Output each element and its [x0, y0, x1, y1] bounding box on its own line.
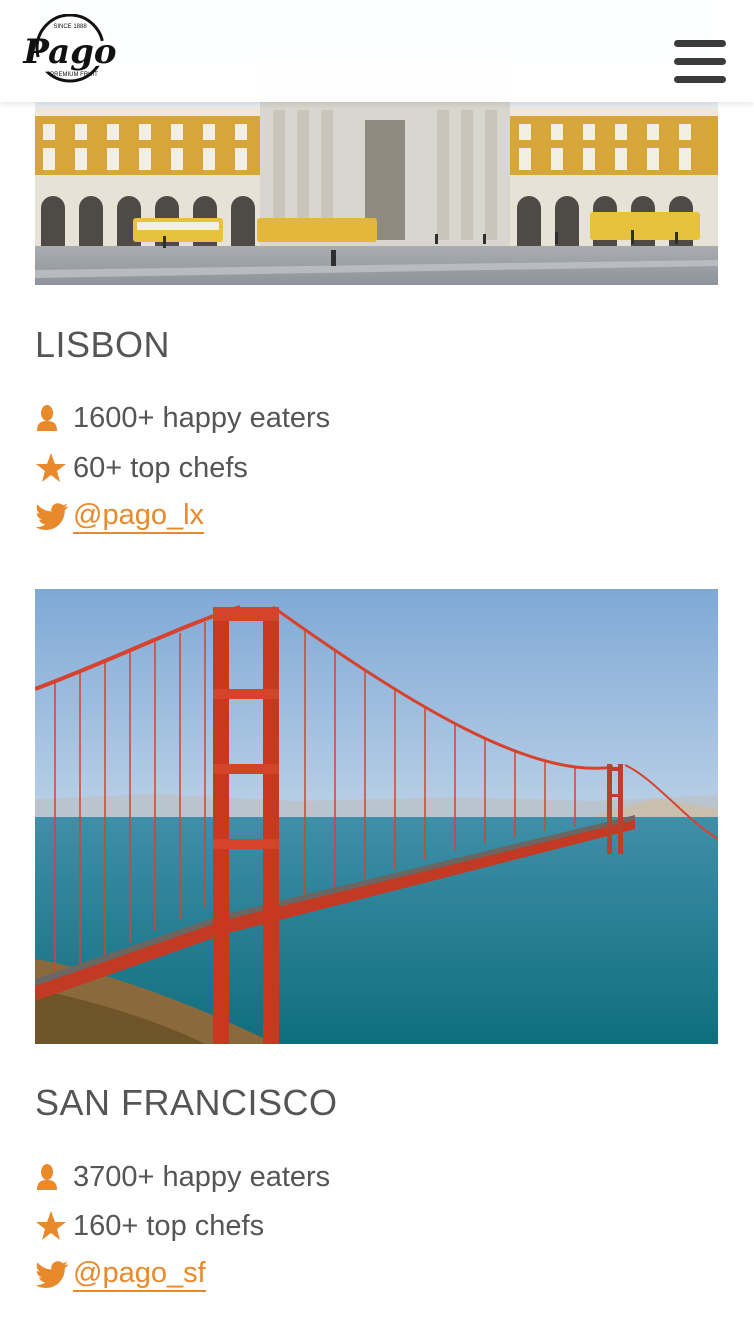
user-icon: [35, 1160, 69, 1194]
pago-logo-icon: Pago SINCE 1888 PREMIUM FRUIT: [22, 13, 117, 83]
sf-twitter-row: @pago_sf: [35, 1255, 206, 1295]
menu-bar-middle: [674, 58, 726, 65]
sf-eaters-text: 3700+ happy eaters: [73, 1160, 331, 1193]
logo-wordmark: Pago: [22, 32, 116, 72]
menu-bar-bottom: [674, 76, 726, 83]
city-title-san-francisco: SAN FRANCISCO: [35, 1082, 338, 1123]
logo-ring-bottom: PREMIUM FRUIT: [50, 72, 98, 78]
twitter-bird-icon: [35, 1258, 69, 1292]
twitter-bird-icon: [35, 500, 69, 534]
star-icon: [35, 1209, 69, 1243]
hamburger-menu-icon[interactable]: [674, 40, 726, 84]
sf-eaters-stat: 3700+ happy eaters: [35, 1157, 330, 1197]
star-icon: [35, 451, 69, 485]
golden-gate-bridge-photo: [35, 589, 718, 1044]
page: Pago SINCE 1888 PREMIUM FRUIT LISBON 160…: [0, 0, 754, 1344]
user-icon: [35, 401, 69, 435]
pago-logo[interactable]: Pago SINCE 1888 PREMIUM FRUIT: [22, 13, 118, 86]
lisbon-twitter-row: @pago_lx: [35, 497, 205, 537]
twitter-link-san-francisco[interactable]: @pago_sf: [73, 1257, 206, 1293]
twitter-link-lisbon[interactable]: @pago_lx: [73, 499, 205, 535]
lisbon-chefs-text: 60+ top chefs: [73, 451, 248, 484]
sf-chefs-stat: 160+ top chefs: [35, 1206, 264, 1246]
lisbon-eaters-text: 1600+ happy eaters: [73, 401, 331, 434]
lisbon-eaters-stat: 1600+ happy eaters: [35, 398, 330, 438]
lisbon-chefs-stat: 60+ top chefs: [35, 448, 248, 488]
menu-bar-top: [674, 40, 726, 47]
logo-ring-top: SINCE 1888: [53, 24, 87, 30]
san-francisco-photo: [35, 589, 718, 1044]
site-header: Pago SINCE 1888 PREMIUM FRUIT: [0, 0, 754, 102]
sf-chefs-text: 160+ top chefs: [73, 1209, 265, 1242]
city-title-lisbon: LISBON: [35, 324, 171, 365]
